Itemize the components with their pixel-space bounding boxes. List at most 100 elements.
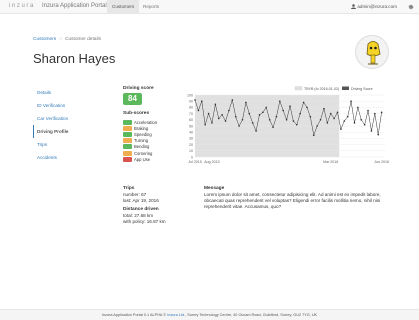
subscore-label: Turning	[134, 138, 149, 144]
subscore-label: Cornering	[134, 150, 153, 156]
y-tick-label: 30	[189, 137, 193, 141]
subscore-label: App Use	[134, 156, 151, 162]
sidebar-item-id-verification[interactable]: ID Verification	[33, 99, 108, 112]
brand-logo[interactable]: inzura	[9, 3, 35, 9]
legend-label-band: TBYB (to 2016-01-02)	[304, 87, 339, 91]
footer-prefix: Inzura Application Portal 0.1 ALPHA ©	[101, 313, 168, 317]
user-menu[interactable]: admin@inzura.com	[351, 0, 397, 14]
subscores-list: Acceleration Braking Speeding Turning Bendin…	[123, 119, 183, 162]
data-point	[312, 134, 315, 137]
top-navbar: inzura Inzura Application Portal Custome…	[0, 0, 419, 14]
x-tick-label: Jun 2016	[374, 160, 389, 164]
breadcrumb: Customers > Customer details	[33, 37, 101, 42]
data-point	[323, 107, 325, 110]
user-icon	[351, 3, 357, 9]
data-point	[370, 130, 373, 132]
chart-svg: 0 10 20 30 40 50 60 70 80 90 100 Jul 2015 Aug 2015 Ma…	[187, 86, 389, 164]
data-point	[194, 99, 196, 101]
subscore-label: Acceleration	[134, 119, 158, 125]
user-email: admin@inzura.com	[357, 4, 397, 9]
data-point	[245, 101, 247, 104]
footer: Inzura Application Portal 0.1 ALPHA © In…	[0, 309, 419, 320]
subscore-badge	[123, 131, 132, 137]
data-point	[204, 123, 206, 126]
sidebar-nav: Details ID Verification Car Verification…	[33, 86, 108, 164]
data-point	[367, 109, 369, 112]
data-point	[248, 112, 251, 115]
data-point	[285, 119, 288, 121]
data-point	[309, 115, 312, 118]
nav-tab-customers[interactable]: Customers	[107, 0, 140, 14]
data-point	[289, 105, 291, 107]
data-point	[224, 120, 227, 122]
driving-score-chart: 0 10 20 30 40 50 60 70 80 90 100 Jul 2015 Aug 2015 Ma…	[185, 84, 395, 180]
nav-tab-reports[interactable]: Reports	[138, 0, 164, 14]
data-point	[214, 103, 217, 106]
data-point	[374, 112, 376, 115]
data-point	[272, 126, 274, 129]
trips-summary: Trips number: 67 last: Apr 19, 2016 Dist…	[123, 186, 198, 225]
data-point	[231, 99, 234, 101]
data-point	[306, 106, 308, 109]
data-point	[299, 112, 301, 115]
app-title[interactable]: Inzura Application Portal	[42, 3, 107, 9]
sidebar-item-trips[interactable]: Trips	[33, 138, 108, 151]
data-point	[200, 100, 203, 102]
subscore-row: App Use	[123, 156, 183, 162]
sidebar-item-details[interactable]: Details	[33, 86, 108, 99]
trips-last: last: Apr 19, 2016	[123, 198, 159, 203]
subscore-label: Bending	[134, 144, 150, 150]
data-point	[340, 128, 342, 130]
data-point	[333, 117, 335, 120]
sidebar-item-driving-profile[interactable]: Driving Profile	[33, 125, 108, 138]
data-point	[360, 119, 363, 121]
avatar-mascot-image	[366, 41, 381, 65]
subscore-label: Speeding	[134, 131, 152, 137]
sidebar-item-car-verification[interactable]: Car Verification	[33, 112, 108, 125]
data-point	[292, 120, 295, 122]
data-point	[295, 123, 298, 126]
y-tick-label: 10	[189, 149, 193, 153]
x-tick-label: Aug 2015	[204, 160, 219, 164]
data-point	[265, 106, 268, 109]
page-title: Sharon Hayes	[33, 51, 116, 66]
subscore-badge	[123, 144, 132, 150]
data-point	[353, 122, 356, 124]
y-tick-label: 100	[187, 93, 193, 97]
data-point	[357, 106, 359, 109]
distance-with-policy: with policy: 16.87 km	[123, 219, 166, 224]
data-point	[262, 111, 264, 114]
data-point	[217, 117, 220, 120]
y-tick-label: 50	[189, 124, 193, 128]
subscore-badge	[123, 138, 132, 144]
data-point	[234, 115, 237, 118]
message-block: Message Lorem ipsum dolor sit amet, cons…	[204, 186, 394, 210]
data-point	[211, 122, 213, 124]
data-point	[336, 111, 339, 114]
footer-company-link[interactable]: Inzura Ltd.	[167, 313, 185, 317]
legend-label-series: Driving Score	[351, 87, 373, 91]
breadcrumb-customers[interactable]: Customers	[33, 37, 56, 42]
data-point	[207, 112, 210, 115]
data-point	[238, 125, 240, 127]
message-text: Lorem ipsum dolor sit amet, consectetur …	[204, 192, 381, 209]
sidebar-item-accidents[interactable]: Accidents	[33, 151, 108, 164]
data-point	[258, 114, 261, 116]
legend-swatch-band	[294, 86, 303, 91]
y-tick-label: 60	[189, 118, 193, 122]
x-tick-label: Mar 2016	[323, 160, 338, 164]
data-point	[302, 101, 305, 104]
y-tick-label: 80	[189, 106, 193, 110]
data-point	[251, 122, 254, 124]
data-point	[377, 133, 380, 136]
breadcrumb-separator: >	[59, 37, 63, 42]
data-point	[346, 115, 349, 118]
subscore-badge	[123, 156, 132, 162]
y-tick-label: 20	[189, 143, 193, 147]
gear-icon[interactable]	[408, 4, 414, 10]
y-tick-label: 0	[191, 155, 193, 159]
subscore-label: Braking	[134, 125, 149, 131]
avatar	[355, 35, 389, 69]
data-point	[197, 109, 200, 112]
subscore-badge	[123, 125, 132, 131]
